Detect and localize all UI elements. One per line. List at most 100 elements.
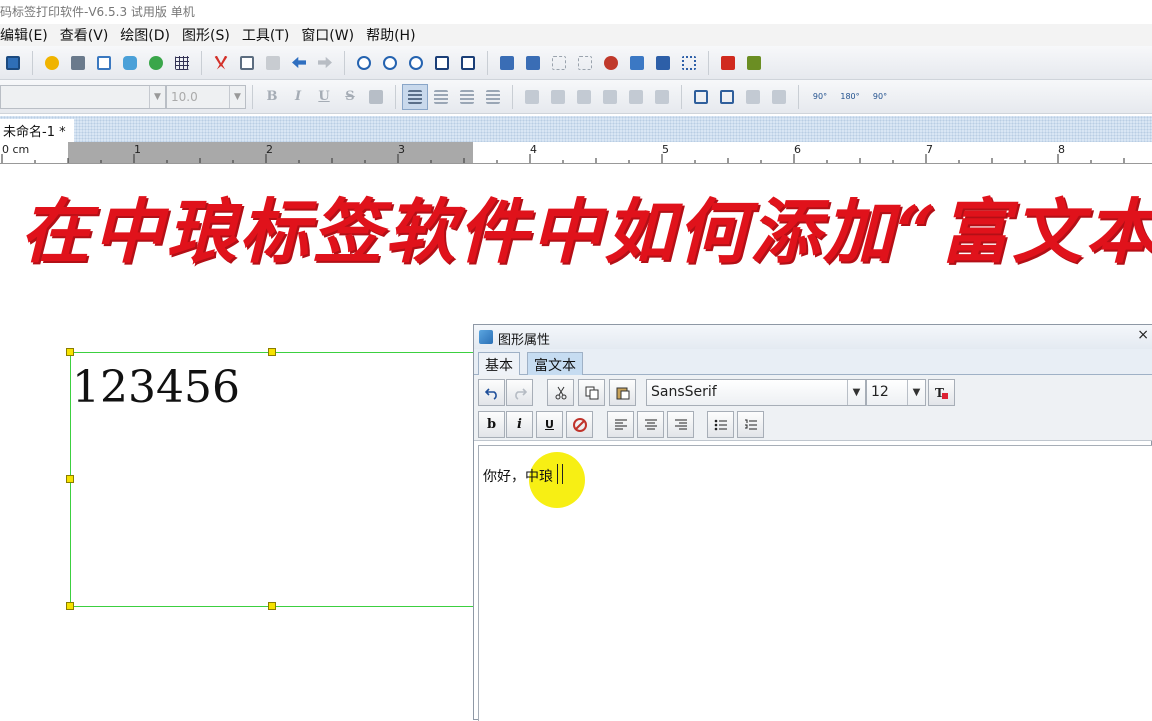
align-objects-top-icon[interactable]	[571, 84, 597, 110]
menu-bar: 编辑(E) 查看(V) 绘图(D) 图形(S) 工具(T) 窗口(W) 帮助(H…	[0, 24, 1152, 46]
fit-width-icon[interactable]	[455, 50, 481, 76]
bring-front-icon[interactable]	[494, 50, 520, 76]
align-objects-bottom-icon[interactable]	[597, 84, 623, 110]
resize-handle[interactable]	[66, 475, 74, 483]
zoom-in-icon[interactable]	[351, 50, 377, 76]
align-objects-vcenter-icon[interactable]	[623, 84, 649, 110]
resize-handle[interactable]	[66, 348, 74, 356]
format-toolbar: ▼ 10.0 ▼ B I U S 90° 180° 90°	[0, 80, 1152, 114]
align-objects-left-icon[interactable]	[519, 84, 545, 110]
tab-rich-text[interactable]: 富文本	[527, 352, 583, 375]
resize-handle[interactable]	[268, 348, 276, 356]
text-color-icon[interactable]: T	[928, 379, 955, 406]
bold-button[interactable]: B	[259, 84, 285, 110]
horizontal-ruler: 0 cm 1 2 3 4 5 6 7 8	[0, 142, 1152, 164]
settings-gear-icon[interactable]	[39, 50, 65, 76]
zoom-out-icon[interactable]	[377, 50, 403, 76]
save-icon[interactable]	[0, 50, 26, 76]
rich-underline-button[interactable]: U	[536, 411, 563, 438]
ruler-tick-label: 3	[398, 143, 405, 156]
underline-button[interactable]: U	[311, 84, 337, 110]
rich-text-content: 你好，中琅	[483, 469, 553, 485]
numbered-list-icon[interactable]	[737, 411, 764, 438]
ungroup-icon[interactable]	[572, 50, 598, 76]
rich-italic-button[interactable]: i	[506, 411, 533, 438]
center-vertical-icon[interactable]	[714, 84, 740, 110]
menu-draw[interactable]: 绘图(D)	[114, 25, 176, 45]
grid-icon[interactable]	[169, 50, 195, 76]
visibility-icon[interactable]	[598, 50, 624, 76]
redo-icon[interactable]	[506, 379, 533, 406]
rich-font-select[interactable]: SansSerif ▼	[646, 379, 866, 406]
video-title-banner: 在中琅标签软件中如何添加“富文本”	[20, 190, 1152, 273]
rich-bold-button[interactable]: b	[478, 411, 505, 438]
document-tab[interactable]: 未命名-1 *	[0, 119, 74, 142]
lock-icon[interactable]	[624, 50, 650, 76]
rotate-left-90-button[interactable]: 90°	[805, 84, 835, 110]
align-left-objects-icon[interactable]	[650, 50, 676, 76]
clear-format-icon[interactable]	[566, 411, 593, 438]
rich-align-center-icon[interactable]	[637, 411, 664, 438]
font-size-select[interactable]: 10.0 ▼	[166, 84, 246, 109]
undo-icon[interactable]	[286, 50, 312, 76]
menu-window[interactable]: 窗口(W)	[295, 25, 360, 45]
copy-icon[interactable]	[234, 50, 260, 76]
shape-properties-dialog: 图形属性 × 基本 富文本 SansSerif ▼ 12 ▼ T b i U 你…	[473, 324, 1152, 721]
menu-help[interactable]: 帮助(H)	[360, 25, 421, 45]
pdf-icon[interactable]	[715, 50, 741, 76]
undo-icon[interactable]	[478, 379, 505, 406]
align-center-icon[interactable]	[428, 84, 454, 110]
ruler-tick-label: 8	[1058, 143, 1065, 156]
dialog-title: 图形属性	[474, 325, 1152, 349]
distribute-icon[interactable]	[649, 84, 675, 110]
ruler-tick-label: 5	[662, 143, 669, 156]
redo-icon[interactable]	[312, 50, 338, 76]
rich-text-editor[interactable]: 你好，中琅	[478, 445, 1152, 721]
align-right-icon[interactable]	[454, 84, 480, 110]
cut-icon[interactable]	[208, 50, 234, 76]
ruler-tick-label: 4	[530, 143, 537, 156]
resize-handle[interactable]	[268, 602, 276, 610]
print-icon[interactable]	[65, 50, 91, 76]
print-preview-icon[interactable]	[91, 50, 117, 76]
cut-icon[interactable]	[547, 379, 574, 406]
dialog-tabs: 基本 富文本	[474, 349, 1152, 375]
strikethrough-button[interactable]: S	[337, 84, 363, 110]
justify-icon[interactable]	[480, 84, 506, 110]
tab-basic[interactable]: 基本	[478, 352, 520, 375]
bullet-list-icon[interactable]	[707, 411, 734, 438]
same-height-icon[interactable]	[766, 84, 792, 110]
ruler-tick-label: 7	[926, 143, 933, 156]
font-family-select[interactable]: ▼	[0, 84, 166, 109]
calculator-icon[interactable]	[741, 50, 767, 76]
rich-align-left-icon[interactable]	[607, 411, 634, 438]
menu-shape[interactable]: 图形(S)	[176, 25, 236, 45]
resize-handle[interactable]	[66, 602, 74, 610]
italic-button[interactable]: I	[285, 84, 311, 110]
database-link-icon[interactable]	[143, 50, 169, 76]
chevron-down-icon: ▼	[229, 85, 245, 108]
same-width-icon[interactable]	[740, 84, 766, 110]
menu-tools[interactable]: 工具(T)	[236, 25, 295, 45]
rotate-180-button[interactable]: 180°	[835, 84, 865, 110]
copy-icon[interactable]	[578, 379, 605, 406]
menu-edit[interactable]: 编辑(E)	[0, 25, 54, 45]
ruler-tick-label: 6	[794, 143, 801, 156]
fit-page-icon[interactable]	[429, 50, 455, 76]
rich-align-right-icon[interactable]	[667, 411, 694, 438]
close-icon[interactable]: ×	[1137, 327, 1149, 343]
group-icon[interactable]	[546, 50, 572, 76]
char-spacing-icon[interactable]	[363, 84, 389, 110]
paste-icon[interactable]	[609, 379, 636, 406]
paste-icon[interactable]	[260, 50, 286, 76]
center-horizontal-icon[interactable]	[688, 84, 714, 110]
rotate-right-90-button[interactable]: 90°	[865, 84, 895, 110]
database-icon[interactable]	[117, 50, 143, 76]
align-center-objects-icon[interactable]	[676, 50, 702, 76]
align-left-icon[interactable]	[402, 83, 428, 110]
menu-view[interactable]: 查看(V)	[54, 25, 115, 45]
zoom-actual-icon[interactable]	[403, 50, 429, 76]
align-objects-hcenter-icon[interactable]	[545, 84, 571, 110]
rich-size-select[interactable]: 12 ▼	[866, 379, 926, 406]
send-back-icon[interactable]	[520, 50, 546, 76]
